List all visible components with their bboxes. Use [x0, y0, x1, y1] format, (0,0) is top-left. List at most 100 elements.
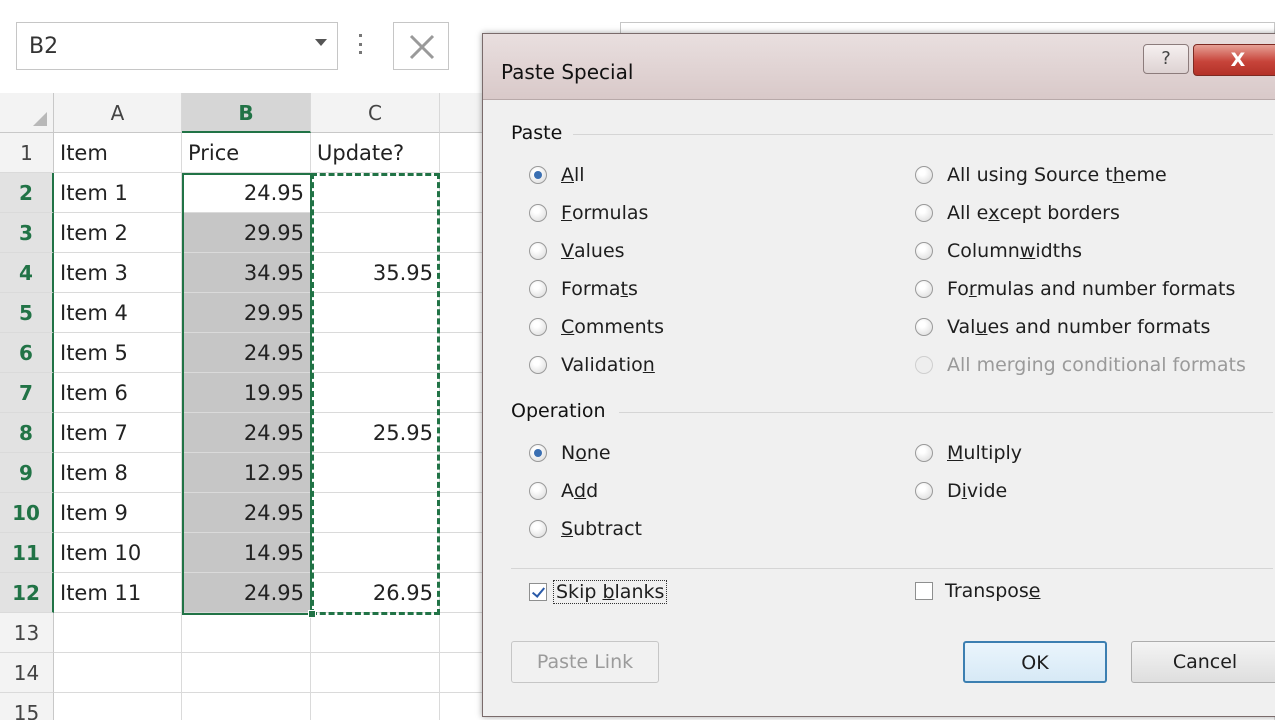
- paste-option-right-1[interactable]: All e x cept borders: [915, 202, 1120, 224]
- cell-b1[interactable]: Price: [182, 133, 311, 173]
- radio-icon[interactable]: [529, 318, 547, 336]
- cell-a5[interactable]: Item 4: [54, 293, 182, 333]
- row-header[interactable]: 4: [0, 253, 54, 293]
- paste-option-right-4[interactable]: Val u es and number formats: [915, 316, 1210, 338]
- radio-icon[interactable]: [529, 166, 547, 184]
- row-header[interactable]: 1: [0, 133, 54, 173]
- cell-b2[interactable]: 24.95: [182, 173, 311, 213]
- paste-option-left-3[interactable]: Forma t s: [529, 278, 638, 300]
- cell-c7[interactable]: [311, 373, 440, 413]
- row-header[interactable]: 3: [0, 213, 54, 253]
- cell-c4[interactable]: 35.95: [311, 253, 440, 293]
- cell-b6[interactable]: 24.95: [182, 333, 311, 373]
- operation-option-right-1[interactable]: Di vide: [915, 480, 1007, 502]
- row-header[interactable]: 5: [0, 293, 54, 333]
- row-header[interactable]: 12: [0, 573, 54, 613]
- paste-option-left-5[interactable]: Validatio n: [529, 354, 655, 376]
- row-header[interactable]: 2: [0, 173, 54, 213]
- cell-b9[interactable]: 12.95: [182, 453, 311, 493]
- operation-option-left-0[interactable]: No ne: [529, 442, 611, 464]
- radio-icon[interactable]: [915, 482, 933, 500]
- cell-c15[interactable]: [311, 693, 440, 720]
- row-header[interactable]: 15: [0, 693, 54, 720]
- cell-a14[interactable]: [54, 653, 182, 693]
- column-header-c[interactable]: C: [311, 93, 440, 133]
- cell-a3[interactable]: Item 2: [54, 213, 182, 253]
- cell-c14[interactable]: [311, 653, 440, 693]
- cell-b5[interactable]: 29.95: [182, 293, 311, 333]
- row-header[interactable]: 9: [0, 453, 54, 493]
- radio-icon[interactable]: [529, 520, 547, 538]
- cell-a9[interactable]: Item 8: [54, 453, 182, 493]
- fill-handle[interactable]: [308, 610, 316, 618]
- cell-a2[interactable]: Item 1: [54, 173, 182, 213]
- cell-c8[interactable]: 25.95: [311, 413, 440, 453]
- cell-c9[interactable]: [311, 453, 440, 493]
- cell-c12[interactable]: 26.95: [311, 573, 440, 613]
- paste-option-left-4[interactable]: Comments: [529, 316, 664, 338]
- checkbox-icon[interactable]: [529, 583, 547, 601]
- paste-option-left-2[interactable]: Values: [529, 240, 625, 262]
- paste-option-left-1[interactable]: Formulas: [529, 202, 648, 224]
- cell-a8[interactable]: Item 7: [54, 413, 182, 453]
- row-header[interactable]: 10: [0, 493, 54, 533]
- cell-b15[interactable]: [182, 693, 311, 720]
- cell-b11[interactable]: 14.95: [182, 533, 311, 573]
- checkbox-icon[interactable]: [915, 582, 933, 600]
- paste-link-button[interactable]: Paste Link: [511, 641, 659, 683]
- ok-button[interactable]: OK: [963, 641, 1107, 683]
- column-header-b[interactable]: B: [182, 93, 311, 133]
- radio-icon[interactable]: [915, 242, 933, 260]
- column-header-a[interactable]: A: [54, 93, 182, 133]
- row-header[interactable]: 11: [0, 533, 54, 573]
- chevron-down-icon[interactable]: [315, 39, 327, 46]
- row-header[interactable]: 13: [0, 613, 54, 653]
- cell-b3[interactable]: 29.95: [182, 213, 311, 253]
- radio-icon[interactable]: [529, 280, 547, 298]
- radio-icon[interactable]: [529, 242, 547, 260]
- cell-c5[interactable]: [311, 293, 440, 333]
- row-header[interactable]: 14: [0, 653, 54, 693]
- cell-b7[interactable]: 19.95: [182, 373, 311, 413]
- radio-icon[interactable]: [915, 318, 933, 336]
- cell-c2[interactable]: [311, 173, 440, 213]
- radio-icon[interactable]: [915, 444, 933, 462]
- cell-c3[interactable]: [311, 213, 440, 253]
- cell-c6[interactable]: [311, 333, 440, 373]
- radio-icon[interactable]: [529, 356, 547, 374]
- cell-a1[interactable]: Item: [54, 133, 182, 173]
- transpose-checkbox[interactable]: Transpose: [915, 580, 1041, 602]
- cell-c10[interactable]: [311, 493, 440, 533]
- cell-b4[interactable]: 34.95: [182, 253, 311, 293]
- operation-option-right-0[interactable]: Multiply: [915, 442, 1022, 464]
- cell-b8[interactable]: 24.95: [182, 413, 311, 453]
- row-header[interactable]: 8: [0, 413, 54, 453]
- radio-icon[interactable]: [915, 166, 933, 184]
- cell-a10[interactable]: Item 9: [54, 493, 182, 533]
- name-box[interactable]: B2: [16, 22, 338, 70]
- cell-a11[interactable]: Item 10: [54, 533, 182, 573]
- paste-option-right-0[interactable]: All using Source t h eme: [915, 164, 1167, 186]
- radio-icon[interactable]: [529, 482, 547, 500]
- radio-icon[interactable]: [915, 204, 933, 222]
- cancel-entry-button[interactable]: [393, 22, 449, 70]
- cell-b10[interactable]: 24.95: [182, 493, 311, 533]
- help-button[interactable]: ?: [1143, 44, 1189, 74]
- cell-a6[interactable]: Item 5: [54, 333, 182, 373]
- radio-icon[interactable]: [915, 280, 933, 298]
- close-button[interactable]: X: [1193, 44, 1275, 76]
- row-header[interactable]: 6: [0, 333, 54, 373]
- paste-option-right-2[interactable]: Column w idths: [915, 240, 1082, 262]
- cell-a4[interactable]: Item 3: [54, 253, 182, 293]
- paste-option-left-0[interactable]: All: [529, 164, 585, 186]
- cell-c1[interactable]: Update?: [311, 133, 440, 173]
- cell-a13[interactable]: [54, 613, 182, 653]
- cell-b12[interactable]: 24.95: [182, 573, 311, 613]
- cell-b13[interactable]: [182, 613, 311, 653]
- dialog-titlebar[interactable]: Paste Special ? X: [483, 34, 1275, 100]
- more-options-icon[interactable]: [358, 34, 362, 54]
- radio-icon[interactable]: [529, 204, 547, 222]
- radio-icon[interactable]: [529, 444, 547, 462]
- cell-a7[interactable]: Item 6: [54, 373, 182, 413]
- cell-a12[interactable]: Item 11: [54, 573, 182, 613]
